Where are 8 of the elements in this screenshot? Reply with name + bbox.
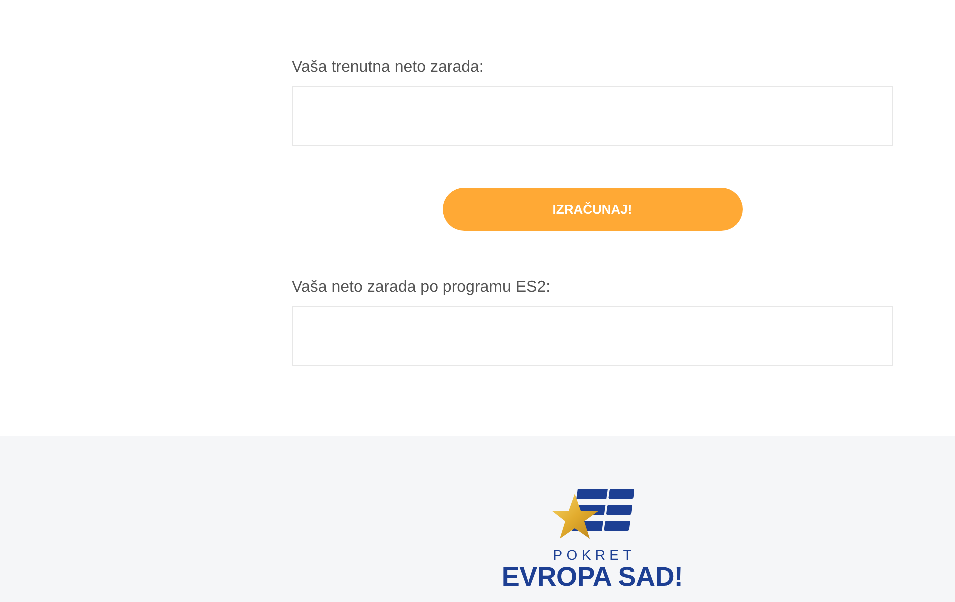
logo-subtitle: POKRET [552, 547, 636, 563]
input-field[interactable] [292, 86, 893, 146]
logo-title: EVROPA SAD! [502, 563, 684, 591]
calculate-button[interactable]: IZRAČUNAJ! [442, 188, 742, 231]
field-label: Vaša neto zarada po programu ES2: [292, 278, 551, 298]
field-label: Vaša trenutna neto zarada: [292, 58, 484, 78]
star-flag-emblem-icon [552, 489, 634, 541]
input-field[interactable] [292, 306, 893, 366]
